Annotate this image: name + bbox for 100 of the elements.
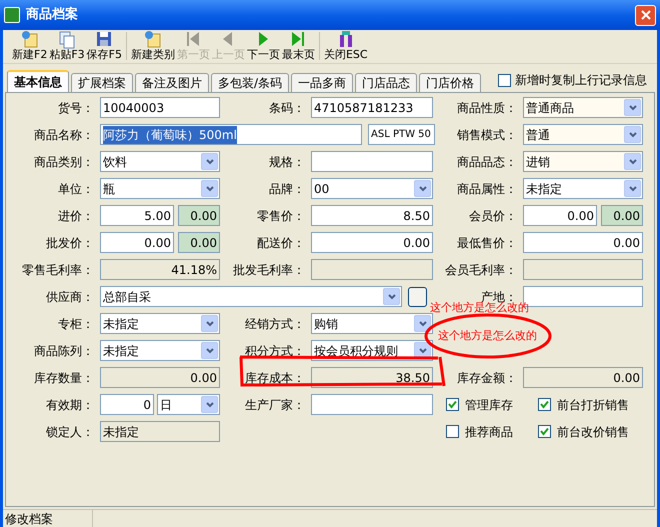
- chevron-down-icon: [206, 186, 214, 192]
- field-label: 商品性质：: [457, 100, 517, 114]
- checkbox[interactable]: [498, 74, 511, 86]
- field-label: 单位：: [58, 182, 94, 196]
- field-label: 库存金额：: [457, 370, 517, 384]
- text-field[interactable]: 10040003: [100, 97, 220, 118]
- toolbar-button[interactable]: 粘贴F3: [48, 29, 86, 61]
- field-label: 库存数量：: [34, 370, 94, 384]
- checkbox-label: 前台改价销售: [557, 424, 629, 440]
- checkbox-label: 前台打折销售: [557, 396, 629, 414]
- field-label: 零售价：: [257, 208, 305, 222]
- dropdown-field[interactable]: 未指定: [100, 340, 220, 361]
- dropdown-field[interactable]: 饮料: [100, 151, 220, 172]
- readonly-field: 41.18%: [100, 259, 220, 280]
- chevron-down-icon: [206, 348, 214, 354]
- toolbar-button[interactable]: 新建F2: [11, 29, 48, 61]
- checkbox[interactable]: [446, 425, 459, 438]
- field-label: 生产厂家：: [245, 398, 305, 412]
- dropdown-button[interactable]: [624, 126, 641, 143]
- dropdown-button[interactable]: [624, 99, 641, 116]
- field-label: 会员毛利率：: [445, 262, 517, 276]
- tab[interactable]: 备注及图片: [135, 73, 209, 92]
- dropdown-button[interactable]: [414, 180, 431, 197]
- readonly-field: 0.00: [523, 367, 643, 388]
- toolbar-button[interactable]: 保存F5: [86, 29, 123, 61]
- annotation-text: 这个地方是怎么改的: [430, 302, 529, 314]
- dropdown-button[interactable]: [414, 315, 431, 332]
- copy-icon: [56, 29, 77, 49]
- dropdown-field[interactable]: 普通商品: [523, 97, 643, 118]
- toolbar-button[interactable]: 新建类别: [130, 29, 176, 61]
- readonly-field: 未指定: [100, 421, 220, 442]
- field-label: 经销方式：: [245, 316, 305, 330]
- chevron-down-icon: [206, 320, 214, 326]
- number-field[interactable]: 0: [100, 394, 154, 415]
- chevron-down-icon: [418, 348, 426, 354]
- field-label: 零售毛利率：: [22, 262, 94, 276]
- tab[interactable]: 扩展档案: [71, 73, 133, 92]
- field-label: 批发价：: [46, 236, 94, 250]
- field-label: 销售模式：: [457, 128, 517, 142]
- square-button[interactable]: [408, 286, 427, 306]
- dropdown-field[interactable]: 购销: [311, 313, 433, 334]
- text-field[interactable]: 阿莎力（葡萄味）500ml: [100, 124, 362, 145]
- checkbox[interactable]: [538, 398, 551, 411]
- dropdown-button[interactable]: [201, 342, 218, 359]
- field-label: 库存成本：: [245, 370, 305, 384]
- dropdown-field[interactable]: 未指定: [100, 313, 220, 334]
- text-field[interactable]: 8.50: [311, 205, 433, 226]
- dropdown-button[interactable]: [201, 396, 218, 413]
- text-field[interactable]: [311, 394, 433, 415]
- new-document-icon: [20, 29, 40, 49]
- text-field[interactable]: 4710587181233: [311, 97, 433, 118]
- check-icon: [448, 400, 457, 409]
- dropdown-button[interactable]: [201, 180, 218, 197]
- price-field[interactable]: 0.00: [523, 205, 597, 226]
- field-value: 阿莎力（葡萄味）500ml: [103, 126, 237, 144]
- toolbar-button[interactable]: 下一页: [246, 29, 281, 61]
- checkbox[interactable]: [446, 398, 459, 411]
- dropdown-field[interactable]: 日: [157, 394, 220, 415]
- checkbox-label: 管理库存: [465, 396, 513, 414]
- tab[interactable]: 多包装/条码: [211, 73, 290, 92]
- dropdown-button[interactable]: [383, 288, 400, 305]
- tab[interactable]: 一品多商: [291, 73, 354, 92]
- price-field[interactable]: 5.00: [100, 205, 174, 226]
- markup-field: 0.00: [178, 205, 220, 226]
- field-label: 商品品态：: [457, 154, 517, 168]
- text-field[interactable]: 0.00: [311, 232, 433, 253]
- close-button[interactable]: [635, 4, 656, 26]
- chevron-down-icon: [418, 320, 426, 326]
- text-field[interactable]: 0.00: [523, 232, 643, 253]
- dropdown-button[interactable]: [624, 180, 641, 197]
- chevron-down-icon: [418, 186, 426, 192]
- dropdown-field[interactable]: 总部自采: [100, 286, 402, 307]
- tab[interactable]: 基本信息: [7, 70, 69, 92]
- toolbar-button[interactable]: 关闭ESC: [322, 29, 369, 61]
- annotation-text: 这个地方是怎么改的: [438, 330, 537, 342]
- check-icon: [540, 427, 549, 436]
- dropdown-button[interactable]: [624, 153, 641, 170]
- field-label: 规格：: [269, 154, 305, 168]
- dropdown-field[interactable]: 未指定: [523, 178, 643, 199]
- chevron-down-icon: [628, 186, 636, 192]
- toolbar-button[interactable]: 最末页: [280, 29, 316, 61]
- check-icon: [540, 400, 549, 409]
- price-field[interactable]: 0.00: [100, 232, 174, 253]
- dropdown-field[interactable]: 00: [311, 178, 433, 199]
- dropdown-field[interactable]: 进销: [523, 151, 643, 172]
- field-label: 会员价：: [469, 208, 517, 222]
- dropdown-field[interactable]: 普通: [523, 124, 643, 145]
- app-icon: [4, 7, 20, 23]
- dropdown-button[interactable]: [201, 153, 218, 170]
- text-field[interactable]: [311, 151, 433, 172]
- chevron-down-icon: [628, 132, 636, 138]
- field-label: 专柜：: [58, 316, 94, 330]
- field-label: 有效期：: [46, 398, 94, 412]
- code-field[interactable]: ASL PTW 50: [368, 124, 435, 145]
- dropdown-field[interactable]: 瓶: [100, 178, 220, 199]
- checkbox[interactable]: [538, 425, 551, 438]
- dropdown-button[interactable]: [201, 315, 218, 332]
- tab[interactable]: 门店价格: [419, 73, 482, 92]
- tab[interactable]: 门店品态: [355, 73, 418, 92]
- field-label: 配送价：: [257, 236, 305, 250]
